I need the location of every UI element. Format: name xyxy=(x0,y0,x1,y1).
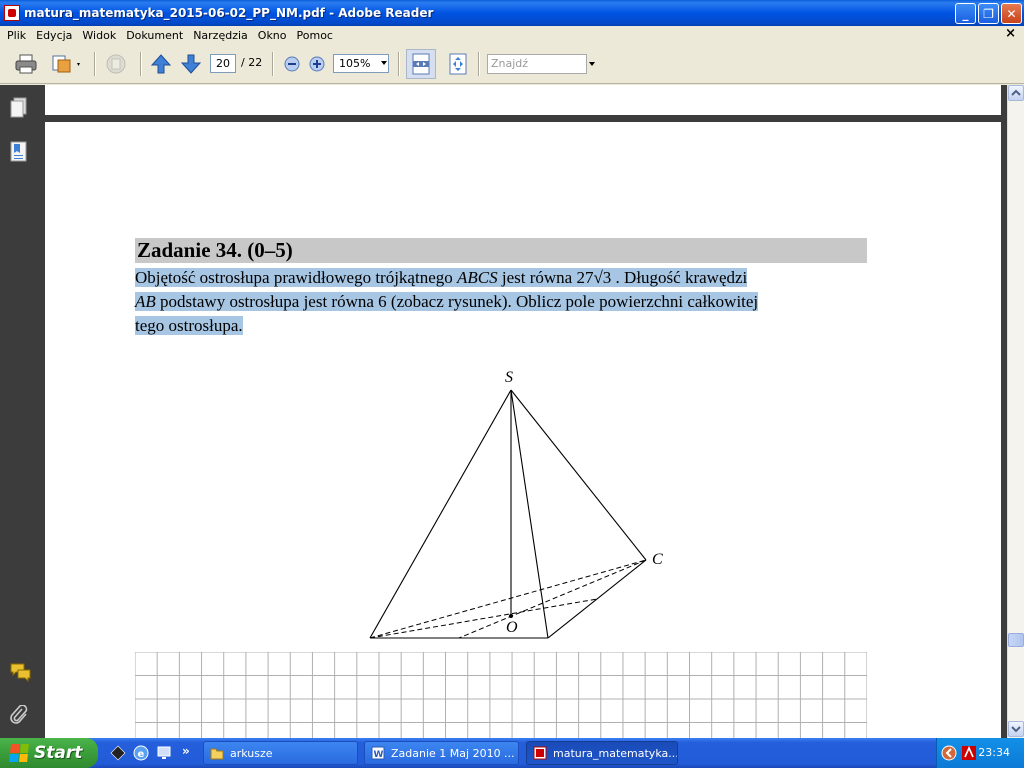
print-setup-icon[interactable] xyxy=(48,52,84,76)
tray-adobe-icon[interactable] xyxy=(961,745,977,761)
previous-page-icon[interactable] xyxy=(149,52,173,76)
menu-okno[interactable]: Okno xyxy=(253,29,292,42)
tray-expand-icon[interactable] xyxy=(941,745,957,761)
attachment-paperclip-icon[interactable] xyxy=(10,704,28,725)
zoom-level-value: 105% xyxy=(339,57,371,70)
median-a xyxy=(369,598,598,639)
taskbar-item-arkusze[interactable]: arkusze xyxy=(203,741,358,765)
menu-bar: Plik Edycja Widok Dokument Narzędzia Okn… xyxy=(0,26,1024,44)
zoom-in-icon[interactable] xyxy=(307,52,327,76)
fit-page-icon[interactable] xyxy=(446,52,470,76)
pages-panel-icon[interactable] xyxy=(10,97,28,118)
clock: 23:34 xyxy=(978,746,1010,759)
pdf-file-icon xyxy=(533,746,547,760)
scroll-down-button[interactable] xyxy=(1008,721,1024,737)
task-text-line-1[interactable]: Objętość ostrosłupa prawidłowego trójkąt… xyxy=(135,268,748,288)
edge-sc xyxy=(510,389,647,561)
window-title: matura_matematyka_2015-06-02_PP_NM.pdf -… xyxy=(24,6,434,20)
document-view[interactable]: Zadanie 34. (0–5) Objętość ostrosłupa pr… xyxy=(37,85,1007,738)
quicklaunch-more-icon[interactable]: » xyxy=(182,744,190,758)
page-count: / 22 xyxy=(241,56,263,69)
quicklaunch-desktop-icon[interactable] xyxy=(156,745,172,761)
scrollbar-thumb[interactable] xyxy=(1008,633,1024,647)
comments-panel-icon[interactable] xyxy=(10,662,31,683)
task-text-line-2[interactable]: AB podstawy ostrosłupa jest równa 6 (zob… xyxy=(135,292,759,312)
vertical-scrollbar[interactable] xyxy=(1007,85,1024,738)
median-c xyxy=(458,559,647,639)
minimize-button[interactable]: _ xyxy=(955,3,976,24)
previous-page-bottom xyxy=(45,85,1001,115)
point-o xyxy=(509,614,513,618)
pdf-page[interactable]: Zadanie 34. (0–5) Objętość ostrosłupa pr… xyxy=(45,122,1001,738)
taskbar: Start e » arkusze W Zadanie 1 Maj 2010 .… xyxy=(0,738,1024,768)
next-page-icon[interactable] xyxy=(179,52,203,76)
menu-pomoc[interactable]: Pomoc xyxy=(292,29,338,42)
find-input[interactable]: Znajdź xyxy=(487,54,587,74)
scroll-up-button[interactable] xyxy=(1008,85,1024,101)
menu-narzedzia[interactable]: Narzędzia xyxy=(188,29,253,42)
toolbar-separator xyxy=(398,52,400,76)
find-options-chevron-icon[interactable] xyxy=(589,62,595,66)
task-title: Zadanie 34. (0–5) xyxy=(135,238,867,263)
label-c: C xyxy=(652,551,663,568)
answer-grid[interactable] xyxy=(135,652,867,738)
zoom-level-select[interactable]: 105% xyxy=(333,54,389,73)
label-o: O xyxy=(506,619,518,636)
print-icon[interactable] xyxy=(12,52,40,76)
start-button[interactable]: Start xyxy=(0,738,98,768)
toolbar-separator xyxy=(94,52,96,76)
windows-logo-icon xyxy=(9,744,29,762)
svg-text:e: e xyxy=(138,749,145,760)
chevron-down-icon xyxy=(381,61,387,65)
close-button[interactable]: ✕ xyxy=(1001,3,1022,24)
maximize-button[interactable]: ❐ xyxy=(978,3,999,24)
word-document-icon: W xyxy=(371,746,385,760)
edge-bc xyxy=(547,559,647,639)
quicklaunch-browser-icon[interactable]: e xyxy=(133,745,149,761)
taskbar-item-adobe-reader[interactable]: matura_matematyka... xyxy=(526,741,678,765)
pyramid-figure: S A B C O xyxy=(369,369,663,639)
menu-dokument[interactable]: Dokument xyxy=(121,29,188,42)
bookmarks-panel-icon[interactable] xyxy=(10,141,28,162)
document-close-icon[interactable]: × xyxy=(1005,26,1016,41)
task-text-line-3[interactable]: tego ostrosłupa. xyxy=(135,316,243,336)
folder-icon xyxy=(210,748,224,760)
window-titlebar[interactable]: matura_matematyka_2015-06-02_PP_NM.pdf -… xyxy=(0,0,1024,26)
menu-plik[interactable]: Plik xyxy=(2,29,31,42)
label-s: S xyxy=(505,369,513,386)
zoom-out-icon[interactable] xyxy=(282,52,302,76)
system-tray: 23:34 xyxy=(936,738,1024,768)
toolbar: 20 / 22 105% Znajdź xyxy=(0,44,1024,84)
hand-tool-icon[interactable] xyxy=(102,52,130,76)
taskbar-item-word-document[interactable]: W Zadanie 1 Maj 2010 ... xyxy=(364,741,519,765)
page-number-input[interactable]: 20 xyxy=(210,54,236,73)
fit-width-icon[interactable] xyxy=(406,49,436,79)
toolbar-separator xyxy=(140,52,142,76)
menu-widok[interactable]: Widok xyxy=(77,29,121,42)
toolbar-separator xyxy=(272,52,274,76)
edge-sa xyxy=(369,389,512,639)
toolbar-separator xyxy=(478,52,480,76)
edge-sb xyxy=(510,389,549,639)
quicklaunch-network-icon[interactable] xyxy=(110,745,126,761)
pdf-app-icon xyxy=(4,5,20,21)
navigation-panel xyxy=(0,85,37,738)
svg-text:W: W xyxy=(374,750,384,760)
start-label: Start xyxy=(34,743,83,763)
menu-edycja[interactable]: Edycja xyxy=(31,29,77,42)
